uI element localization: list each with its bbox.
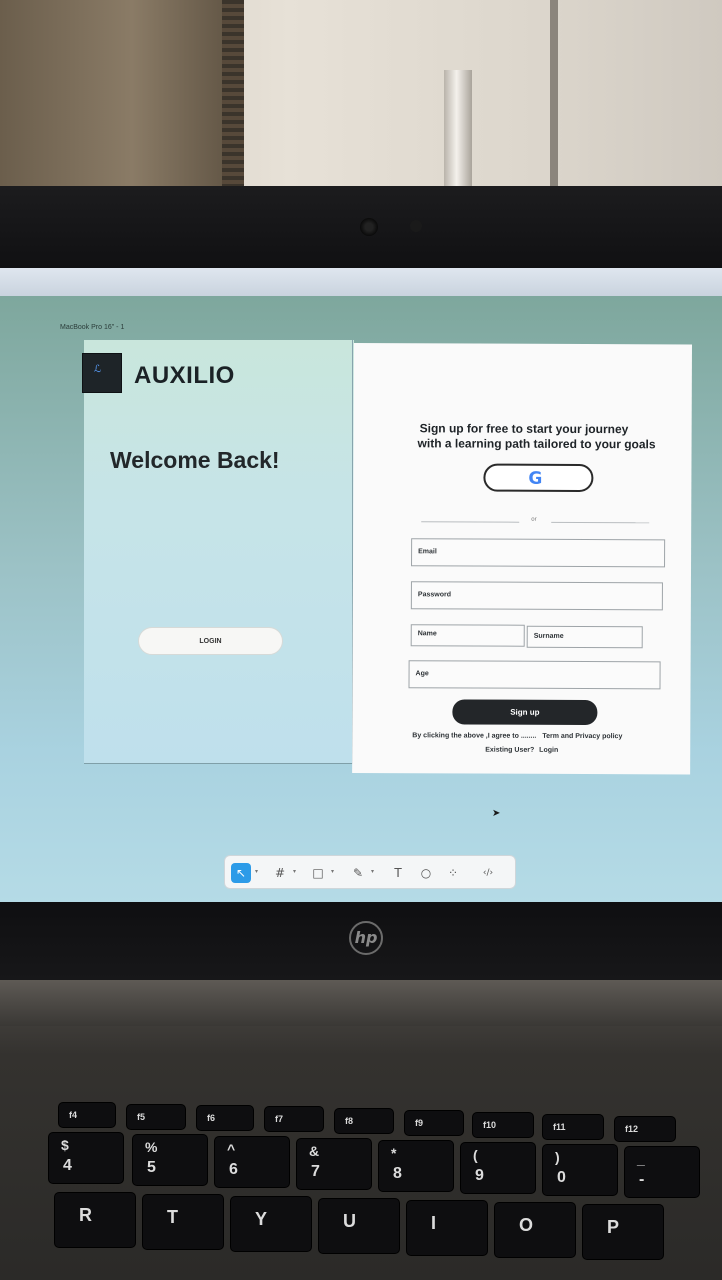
email-field[interactable]: Email [411, 538, 666, 568]
welcome-heading: Welcome Back! [110, 447, 280, 473]
laptop-hinge [0, 980, 722, 1026]
key-6[interactable]: ^ 6 [214, 1136, 290, 1188]
shape-tool-caret-icon[interactable]: ▾ [331, 868, 334, 875]
key-u[interactable]: U [318, 1198, 400, 1254]
webcam-light [410, 220, 422, 232]
curtain [0, 0, 240, 190]
comment-tool-icon[interactable]: ○ [417, 863, 435, 883]
shape-tool-icon[interactable]: □ [309, 863, 327, 883]
password-field[interactable]: Password [410, 581, 663, 611]
existing-login-link[interactable]: Login [539, 747, 558, 754]
figma-toolbar: ↖ ▾ # ▾ □ ▾ ✎ ▾ T ○ ⁘ ‹/› [224, 855, 516, 889]
key-8[interactable]: * 8 [378, 1140, 454, 1192]
hp-logo: hp [349, 921, 383, 955]
key-5[interactable]: % 5 [132, 1134, 208, 1186]
or-separator: or [531, 516, 537, 523]
key-o[interactable]: O [494, 1202, 576, 1258]
dev-mode-icon[interactable]: ‹/› [475, 863, 501, 883]
laptop-screen: MacBook Pro 16" - 1 ℒ AUXILIO Welcome Ba… [0, 268, 722, 904]
login-button[interactable]: LOGIN [138, 627, 283, 655]
pen-tool-caret-icon[interactable]: ▾ [371, 868, 374, 875]
mouse-cursor-icon: ➤ [492, 808, 501, 819]
text-tool-icon[interactable]: T [389, 863, 407, 883]
key-f11[interactable]: f11 [542, 1114, 604, 1140]
move-tool-caret-icon[interactable]: ▾ [255, 868, 258, 875]
divider-left [421, 521, 520, 523]
components-icon[interactable]: ⁘ [443, 863, 463, 883]
key-y[interactable]: Y [230, 1196, 312, 1252]
age-field[interactable]: Age [408, 660, 661, 690]
headline-line-1: Sign up for free to start your journey [419, 421, 629, 437]
terms-text: By clicking the above ,I agree to ......… [412, 732, 537, 740]
pen-tool-icon[interactable]: ✎ [349, 863, 367, 883]
frame-tool-caret-icon[interactable]: ▾ [293, 868, 296, 875]
key-7[interactable]: & 7 [296, 1138, 372, 1190]
key-t[interactable]: T [142, 1194, 224, 1250]
key-f9[interactable]: f9 [404, 1110, 464, 1136]
key-f7[interactable]: f7 [264, 1106, 324, 1132]
login-panel: ℒ AUXILIO Welcome Back! LOGIN [82, 340, 354, 764]
google-signup-button[interactable]: G [483, 463, 594, 493]
key-f12[interactable]: f12 [614, 1116, 676, 1142]
browser-chrome [0, 268, 722, 296]
wall-pipe [444, 70, 472, 190]
key-i[interactable]: I [406, 1200, 488, 1256]
key-0[interactable]: ) 0 [542, 1144, 618, 1196]
key-r[interactable]: R [54, 1192, 136, 1248]
webcam [360, 218, 378, 236]
google-icon: G [528, 468, 543, 489]
terms-notice: By clicking the above ,I agree to ......… [412, 732, 622, 740]
surname-field[interactable]: Surname [526, 625, 643, 649]
key-f8[interactable]: f8 [334, 1108, 394, 1134]
key-minus[interactable]: _ - [624, 1146, 700, 1198]
key-9[interactable]: (9 [460, 1142, 536, 1194]
terms-link[interactable]: Term and Privacy policy [542, 733, 622, 740]
key-f5[interactable]: f5 [126, 1104, 186, 1130]
move-tool-icon[interactable]: ↖ [231, 863, 251, 883]
headline-line-2: with a learning path tailored to your go… [417, 436, 656, 452]
key-p[interactable]: P [582, 1204, 664, 1260]
window-frame [550, 0, 558, 190]
key-f4[interactable]: f4 [58, 1102, 116, 1128]
key-f10[interactable]: f10 [472, 1112, 534, 1138]
brand-name: AUXILIO [134, 362, 235, 389]
existing-user: Existing User? Login [485, 747, 558, 754]
frame-tool-icon[interactable]: # [271, 863, 289, 883]
logo: ℒ [82, 353, 122, 393]
signup-button[interactable]: Sign up [452, 699, 598, 726]
curtain-edge [222, 0, 244, 188]
signup-panel: Sign up for free to start your journey w… [352, 343, 692, 775]
key-f6[interactable]: f6 [196, 1105, 254, 1131]
key-4[interactable]: $4 [48, 1132, 124, 1184]
logo-icon: ℒ [94, 364, 102, 375]
signup-headline: Sign up for free to start your journey w… [418, 421, 688, 452]
frame-label[interactable]: MacBook Pro 16" - 1 [60, 324, 124, 331]
existing-user-text: Existing User? [485, 746, 535, 754]
divider-right [551, 521, 650, 524]
name-field[interactable]: Name [410, 624, 525, 647]
